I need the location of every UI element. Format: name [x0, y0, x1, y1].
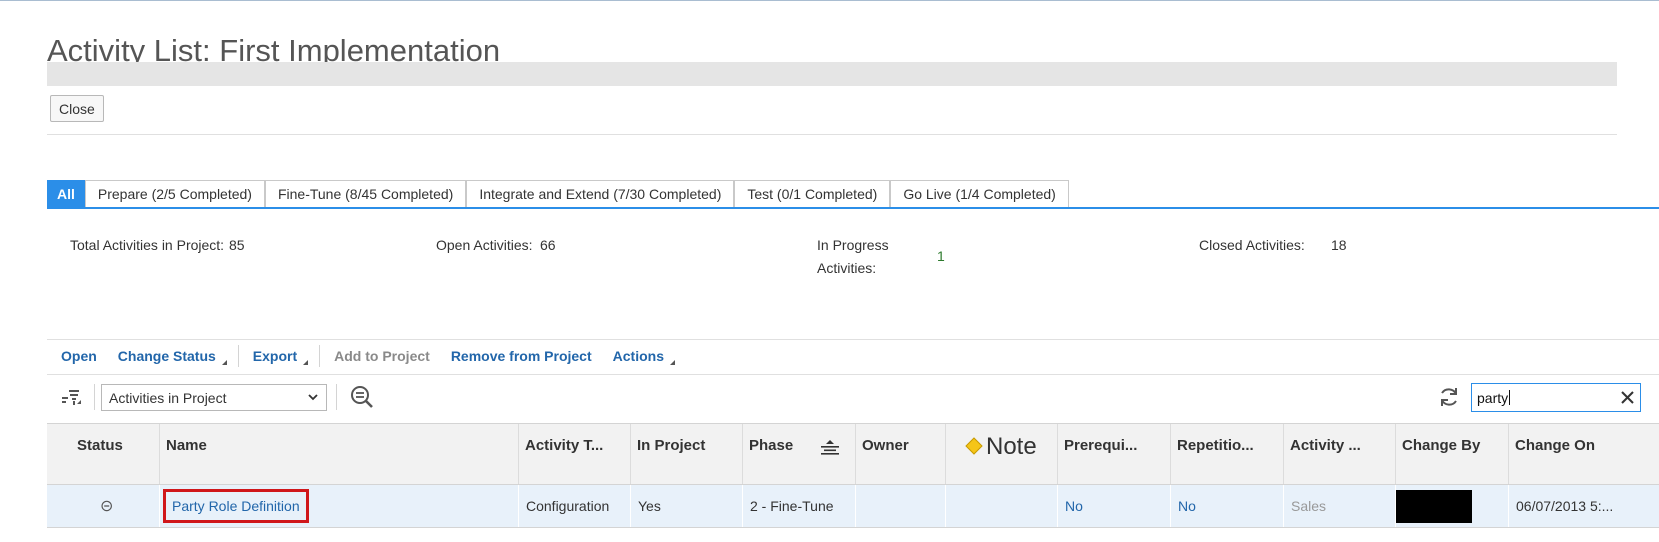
change-by-cell — [1396, 485, 1509, 527]
change-status-button[interactable]: Change Status — [118, 348, 227, 365]
message-bar — [47, 62, 1617, 86]
actions-label: Actions — [612, 347, 664, 364]
stat-total-value: 85 — [229, 237, 245, 253]
column-header-status[interactable]: Status — [47, 424, 160, 484]
remove-from-project-label: Remove from Project — [450, 348, 592, 364]
stat-inprogress-label-2: Activities: — [817, 260, 877, 276]
column-header-repetition[interactable]: Repetitio... — [1171, 424, 1284, 484]
activity-type-cell: Configuration — [519, 485, 631, 527]
activity-area-cell: Sales — [1284, 485, 1396, 527]
stat-closed-value: 18 — [1331, 237, 1347, 253]
tabs-underline — [47, 207, 1659, 209]
phase-cell: 2 - Fine-Tune — [743, 485, 856, 527]
open-button[interactable]: Open — [61, 348, 97, 364]
filter-separator — [94, 384, 95, 410]
redacted-user — [1396, 489, 1472, 523]
text-cursor — [1509, 390, 1511, 405]
tab-test[interactable]: Test (0/1 Completed) — [734, 180, 891, 207]
tab-integrate-extend[interactable]: Integrate and Extend (7/30 Completed) — [466, 180, 735, 207]
prerequisite-link[interactable]: No — [1058, 485, 1171, 527]
stat-closed-label: Closed Activities: — [1199, 237, 1305, 253]
stat-open-value: 66 — [540, 237, 556, 253]
change-status-label: Change Status — [117, 347, 216, 364]
action-toolbar: Open Change Status Export Add to Project… — [47, 345, 682, 367]
column-header-activity-type[interactable]: Activity T... — [519, 424, 631, 484]
search-input[interactable]: party — [1471, 383, 1641, 412]
column-header-owner[interactable]: Owner — [856, 424, 946, 484]
dropdown-caret-icon — [221, 359, 227, 365]
add-to-project-label: Add to Project — [334, 348, 430, 364]
note-cell — [946, 485, 1058, 527]
tab-prepare[interactable]: Prepare (2/5 Completed) — [84, 180, 265, 207]
status-icon: ⊝ — [47, 485, 160, 527]
filter-separator — [336, 384, 337, 410]
column-header-in-project[interactable]: In Project — [631, 424, 743, 484]
column-header-note[interactable]: Note — [946, 424, 1058, 484]
phase-tabs: All Prepare (2/5 Completed) Fine-Tune (8… — [47, 180, 1069, 208]
table-row[interactable]: ⊝ Party Role Definition Configuration Ye… — [47, 485, 1659, 528]
stat-inprogress-value: 1 — [937, 248, 945, 264]
clear-search-icon[interactable] — [1620, 390, 1635, 405]
tab-all[interactable]: All — [47, 180, 85, 207]
column-header-change-on[interactable]: Change On — [1509, 424, 1659, 484]
activity-filter-select[interactable]: Activities in Project — [101, 384, 327, 411]
activity-name-link[interactable]: Party Role Definition — [163, 489, 309, 523]
remove-from-project-button[interactable]: Remove from Project — [451, 348, 592, 364]
toolbar-separator — [237, 345, 239, 367]
tab-go-live[interactable]: Go Live (1/4 Completed) — [890, 180, 1069, 207]
note-icon — [965, 437, 983, 455]
actions-button[interactable]: Actions — [613, 348, 675, 365]
sort-icon[interactable] — [60, 386, 82, 408]
stat-total-label: Total Activities in Project: — [70, 237, 225, 253]
toolbar-top-border — [47, 339, 1659, 340]
export-button[interactable]: Export — [252, 347, 309, 365]
phase-header-label: Phase — [749, 437, 794, 454]
stat-inprogress-label-1: In Progress — [817, 237, 889, 253]
open-label: Open — [61, 348, 97, 364]
note-header-label: Note — [986, 433, 1037, 460]
dropdown-caret-icon — [669, 359, 675, 365]
owner-cell — [856, 485, 946, 527]
name-cell: Party Role Definition — [160, 485, 519, 527]
table-header: Status Name Activity T... In Project Pha… — [47, 423, 1659, 485]
export-label: Export — [252, 347, 298, 364]
dropdown-caret-icon — [303, 359, 309, 365]
close-button[interactable]: Close — [50, 95, 104, 122]
tab-fine-tune[interactable]: Fine-Tune (8/45 Completed) — [264, 180, 467, 207]
add-to-project-button[interactable]: Add to Project — [334, 348, 430, 364]
divider — [47, 134, 1617, 135]
repetition-link[interactable]: No — [1171, 485, 1284, 527]
column-header-prerequisite[interactable]: Prerequi... — [1058, 424, 1171, 484]
in-project-cell: Yes — [631, 485, 743, 527]
change-on-cell: 06/07/2013 5:... — [1516, 498, 1614, 514]
column-header-change-by[interactable]: Change By — [1396, 424, 1509, 484]
search-input-value: party — [1477, 389, 1509, 406]
sort-ascending-icon — [821, 440, 839, 455]
column-header-activity-area[interactable]: Activity ... — [1284, 424, 1396, 484]
stat-open-label: Open Activities: — [436, 237, 533, 253]
toolbar-separator — [319, 345, 321, 367]
chevron-down-icon — [308, 394, 318, 401]
column-header-name[interactable]: Name — [160, 424, 519, 484]
refresh-icon[interactable] — [1437, 385, 1461, 409]
filter-selected-value: Activities in Project — [109, 389, 227, 406]
top-border — [0, 0, 1659, 1]
zoom-out-icon[interactable] — [349, 384, 375, 410]
toolbar-bottom-border — [47, 374, 1659, 375]
column-header-phase[interactable]: Phase — [743, 424, 856, 484]
